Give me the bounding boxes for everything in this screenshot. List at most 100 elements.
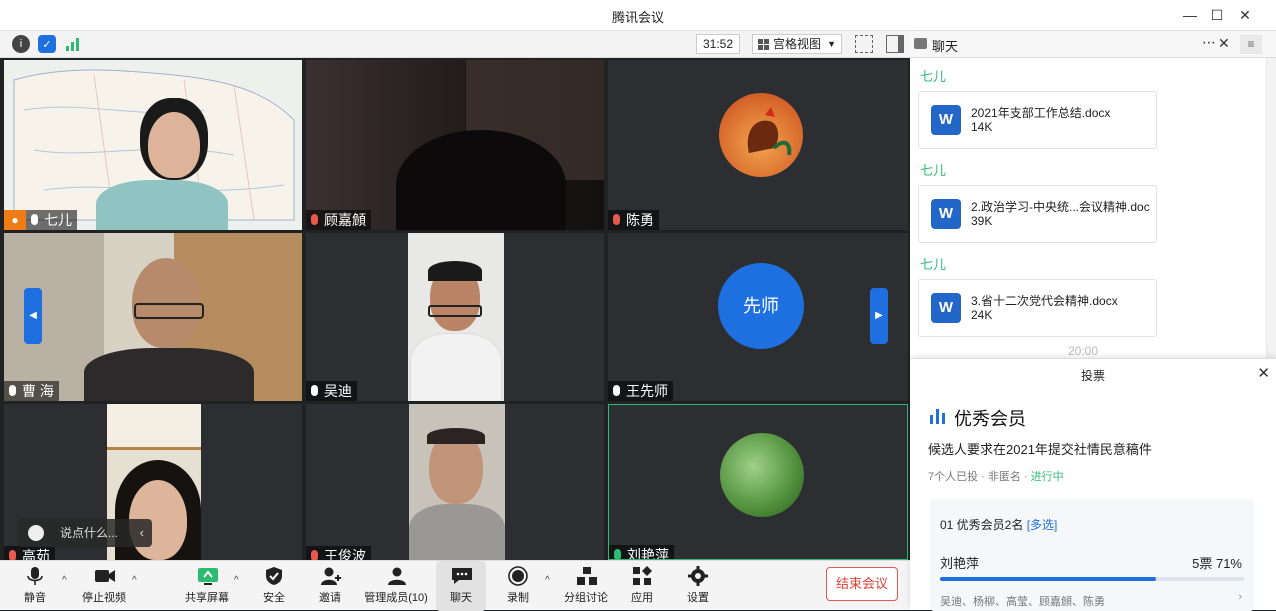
message-sender: 七儿 [920,257,947,272]
maximize-button[interactable]: ☐ [1207,5,1227,25]
view-mode-label: 宫格视图 [773,37,822,51]
video-feed [408,233,504,401]
mute-button[interactable]: 静音 [5,561,65,611]
message-sender: 七儿 [920,163,947,178]
quick-chat-placeholder: 说点什么... [60,526,119,540]
sidebar-toggle-icon[interactable] [886,35,904,53]
meeting-top-toolbar: i ✓ 31:52 宫格视图 ▼ [0,31,910,58]
vote-description: 候选人要求在2021年提交社情民意稿件 [928,442,1152,457]
mic-muted-icon [9,550,16,560]
vote-question: 01 优秀会员2名 [多选] [940,518,1058,532]
file-name: 3.省十二次党代会精神.docx [971,294,1118,308]
file-name: 2021年支部工作总结.docx [971,106,1111,120]
mic-muted-icon [311,214,318,225]
security-button[interactable]: 安全 [244,561,304,611]
close-button[interactable]: ✕ [1235,5,1255,25]
chat-button[interactable]: 聊天 [436,561,486,611]
video-tile[interactable]: 顾嘉頠 [306,60,604,230]
video-tile[interactable]: 王俊波 [306,404,604,560]
minimize-button[interactable]: — [1180,5,1200,25]
file-size: 39K [971,214,993,228]
chevron-left-icon[interactable]: ‹ [140,519,144,547]
message-timestamp: 20:00 [1068,344,1099,358]
participant-name: 曹 海 [4,381,59,401]
next-page-button[interactable]: ▶ [870,288,888,344]
add-user-icon [320,566,341,586]
video-options-caret[interactable]: ^ [132,575,137,586]
file-size: 24K [971,308,993,322]
participant-hair [428,261,482,281]
record-icon [508,566,528,586]
participant-name: 七儿 [26,210,77,230]
gear-icon [688,566,708,586]
meeting-timer: 31:52 [696,34,740,54]
chat-close-icon[interactable]: ✕ [1218,35,1230,52]
file-message[interactable]: W 2.政治学习-中央统...会议精神.doc 39K [918,185,1157,243]
word-file-icon: W [931,105,961,135]
stop-video-button[interactable]: 停止视频 [74,561,134,611]
video-tile-active-speaker[interactable]: 刘艳萍 [608,404,908,560]
ceiling [107,404,201,450]
file-name: 2.政治学习-中央统...会议精神.doc [971,200,1150,214]
text-avatar: 先师 [718,263,804,349]
file-message[interactable]: W 2021年支部工作总结.docx 14K [918,91,1157,149]
video-tile[interactable]: ● 七儿 [4,60,302,230]
mute-options-caret[interactable]: ^ [62,575,67,586]
participant-name: 陈勇 [608,210,659,230]
vote-option-card[interactable]: 01 优秀会员2名 [多选] 刘艳萍 5票 71% 吴迪、杨柳、高莹、顾嘉頠、陈… [930,499,1254,611]
vote-close-icon[interactable]: ✕ [1257,364,1270,382]
quick-chat-input[interactable]: 说点什么... ‹ [18,519,152,547]
participant-name: 顾嘉頠 [306,210,371,230]
video-tile[interactable]: 先师 ▶ 王先师 [608,233,908,401]
camera-icon [94,566,115,586]
more-icon[interactable]: ⋯ [1202,34,1216,51]
window-title: 腾讯会议 [611,10,664,25]
share-options-caret[interactable]: ^ [234,575,239,586]
share-screen-button[interactable]: 共享屏幕 [177,561,237,611]
shield-icon [264,566,284,586]
fullscreen-icon[interactable] [855,35,873,53]
multi-select-tag: [多选] [1026,518,1058,532]
video-feed [409,404,505,560]
record-options-caret[interactable]: ^ [545,575,550,586]
info-icon[interactable]: i [12,35,30,53]
breakout-button[interactable]: 分组讨论 [556,561,616,611]
chevron-right-icon[interactable]: › [1238,591,1242,603]
glasses [428,305,482,317]
participant-name: 刘艳萍 [609,545,674,559]
glasses [134,303,204,319]
previous-page-button[interactable]: ◀ [24,288,42,344]
mic-speaking-icon [614,549,621,559]
vote-panel: 投票 ✕ 优秀会员 候选人要求在2021年提交社情民意稿件 7个人已投 · 非匿… [910,358,1276,611]
view-mode-dropdown[interactable]: 宫格视图 ▼ [752,34,842,54]
participant-face [148,112,200,178]
invite-button[interactable]: 邀请 [300,561,360,611]
microphone-icon [25,566,45,586]
video-tile[interactable]: ◀ 曹 海 [4,233,302,401]
file-message[interactable]: W 3.省十二次党代会精神.docx 24K [918,279,1157,337]
shield-icon[interactable]: ✓ [38,35,56,53]
mic-muted-icon [311,550,318,560]
participant-body [410,333,502,401]
users-icon [386,566,406,586]
bar-chart-icon [930,409,946,424]
chat-scrollbar[interactable] [1266,58,1276,358]
participant-body [96,180,228,230]
tencent-meeting-window: 腾讯会议 — ☐ ✕ i ✓ 31:52 宫格视图 ▼ 聊天 ⋯ ✕ ≡ ● 七… [0,0,1276,611]
settings-button[interactable]: 设置 [668,561,728,611]
record-button[interactable]: 录制 [488,561,548,611]
vote-status: 进行中 [1030,471,1064,483]
participant-body [84,348,254,401]
signal-icon[interactable] [64,35,82,53]
video-tile[interactable]: 吴迪 [306,233,604,401]
meeting-bottom-toolbar: 静音 ^ 停止视频 ^ 共享屏幕 ^ 安全 邀请 管理成员(10) 聊天 录制 … [0,560,910,611]
emoji-icon[interactable] [28,525,44,541]
plant-avatar [720,433,804,517]
manage-members-button[interactable]: 管理成员(10) [356,561,436,611]
menu-icon[interactable]: ≡ [1240,35,1262,54]
apps-button[interactable]: 应用 [612,561,672,611]
title-bar: 腾讯会议 — ☐ ✕ [0,0,1276,31]
vote-panel-title: 投票 [1080,369,1105,383]
end-meeting-button[interactable]: 结束会议 [826,567,898,601]
video-tile[interactable]: 陈勇 [608,60,908,230]
